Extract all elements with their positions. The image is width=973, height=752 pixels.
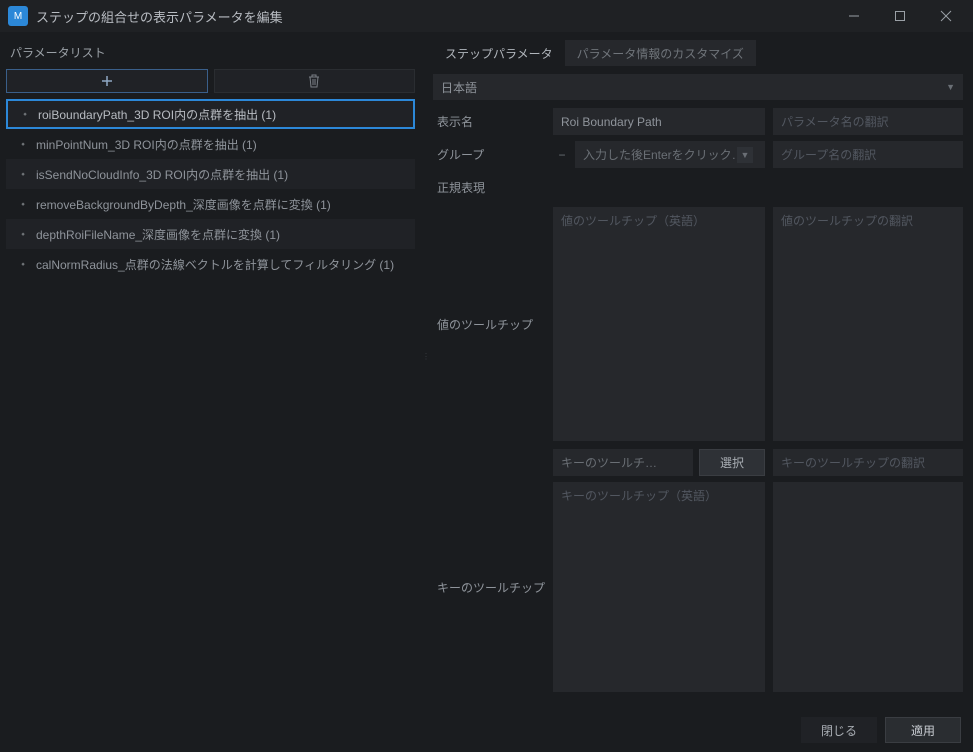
list-item-label: roiBoundaryPath_3D ROI内の点群を抽出 (1) (38, 106, 276, 123)
display-name-input[interactable] (561, 115, 757, 129)
close-button[interactable] (923, 0, 969, 32)
chevron-down-icon[interactable]: ▼ (737, 147, 753, 163)
plus-icon (101, 75, 113, 87)
language-select[interactable]: 日本語 ▼ (433, 74, 963, 100)
trash-icon (308, 74, 320, 88)
parameter-list: ⬩ roiBoundaryPath_3D ROI内の点群を抽出 (1) ⬩ mi… (6, 99, 415, 700)
close-button[interactable]: 閉じる (801, 717, 877, 743)
display-name-label: 表示名 (433, 108, 553, 135)
group-label: グループ (433, 141, 553, 168)
select-button[interactable]: 選択 (699, 449, 765, 476)
list-item[interactable]: ⬩ isSendNoCloudInfo_3D ROI内の点群を抽出 (1) (6, 159, 415, 189)
apply-button[interactable]: 適用 (885, 717, 961, 743)
group-translation-input[interactable] (781, 148, 955, 162)
maximize-button[interactable] (877, 0, 923, 32)
list-item[interactable]: ⬩ removeBackgroundByDepth_深度画像を点群に変換 (1) (6, 189, 415, 219)
list-item[interactable]: ⬩ minPointNum_3D ROI内の点群を抽出 (1) (6, 129, 415, 159)
tab-custom-info[interactable]: パラメータ情報のカスタマイズ (565, 40, 756, 66)
tab-step-params[interactable]: ステップパラメータ (433, 40, 565, 66)
param-icon: ⬩ (16, 227, 30, 241)
list-item[interactable]: ⬩ roiBoundaryPath_3D ROI内の点群を抽出 (1) (6, 99, 415, 129)
param-icon: ⬩ (18, 107, 32, 121)
key-tooltip-en-placeholder: キーのツールチップ（英語） (561, 487, 717, 504)
value-tooltip-translation-field[interactable]: 値のツールチップの翻訳 (773, 207, 963, 441)
grip-icon: ⋮ (422, 355, 426, 385)
list-item[interactable]: ⬩ depthRoiFileName_深度画像を点群に変換 (1) (6, 219, 415, 249)
window-title: ステップの組合せの表示パラメータを編集 (36, 7, 831, 26)
display-name-translation-input[interactable] (781, 115, 955, 129)
chevron-down-icon: ▼ (946, 82, 955, 92)
group-translation-field[interactable] (773, 141, 963, 168)
app-icon: M (8, 6, 28, 26)
parameter-list-header: パラメータリスト (6, 40, 415, 69)
display-name-field[interactable] (553, 108, 765, 135)
add-button[interactable] (6, 69, 208, 93)
list-item-label: removeBackgroundByDepth_深度画像を点群に変換 (1) (36, 196, 331, 213)
key-tooltip-label: キーのツールチップ (433, 482, 553, 692)
key-tooltip-translation-area[interactable] (773, 482, 963, 692)
value-tooltip-label: 値のツールチップ (433, 207, 553, 441)
display-name-translation-field[interactable] (773, 108, 963, 135)
regex-label: 正規表現 (433, 174, 553, 201)
param-icon: ⬩ (16, 197, 30, 211)
list-item-label: isSendNoCloudInfo_3D ROI内の点群を抽出 (1) (36, 166, 288, 183)
param-icon: ⬩ (16, 137, 30, 151)
param-icon: ⬩ (16, 167, 30, 181)
value-tooltip-translation-placeholder: 値のツールチップの翻訳 (781, 212, 913, 229)
key-tooltip-translation-field[interactable] (773, 449, 963, 476)
group-remove-button[interactable]: − (553, 141, 571, 168)
delete-button[interactable] (214, 69, 416, 93)
spacer (433, 449, 553, 476)
list-item-label: minPointNum_3D ROI内の点群を抽出 (1) (36, 136, 257, 153)
group-field[interactable]: 入力した後Enterをクリック… ▼ (575, 141, 765, 168)
key-tooltip-short: キーのツールチ… (561, 454, 657, 471)
param-icon: ⬩ (16, 257, 30, 271)
key-tooltip-short-field[interactable]: キーのツールチ… (553, 449, 693, 476)
key-tooltip-en-field[interactable]: キーのツールチップ（英語） (553, 482, 765, 692)
key-tooltip-translation-input[interactable] (781, 456, 955, 470)
list-item[interactable]: ⬩ calNormRadius_点群の法線ベクトルを計算してフィルタリング (1… (6, 249, 415, 279)
list-item-label: calNormRadius_点群の法線ベクトルを計算してフィルタリング (1) (36, 256, 394, 273)
language-value: 日本語 (441, 79, 477, 96)
group-value: 入力した後Enterをクリック… (583, 146, 744, 163)
minimize-button[interactable] (831, 0, 877, 32)
value-tooltip-en-placeholder: 値のツールチップ（英語） (561, 212, 705, 229)
list-item-label: depthRoiFileName_深度画像を点群に変換 (1) (36, 226, 280, 243)
value-tooltip-en-field[interactable]: 値のツールチップ（英語） (553, 207, 765, 441)
